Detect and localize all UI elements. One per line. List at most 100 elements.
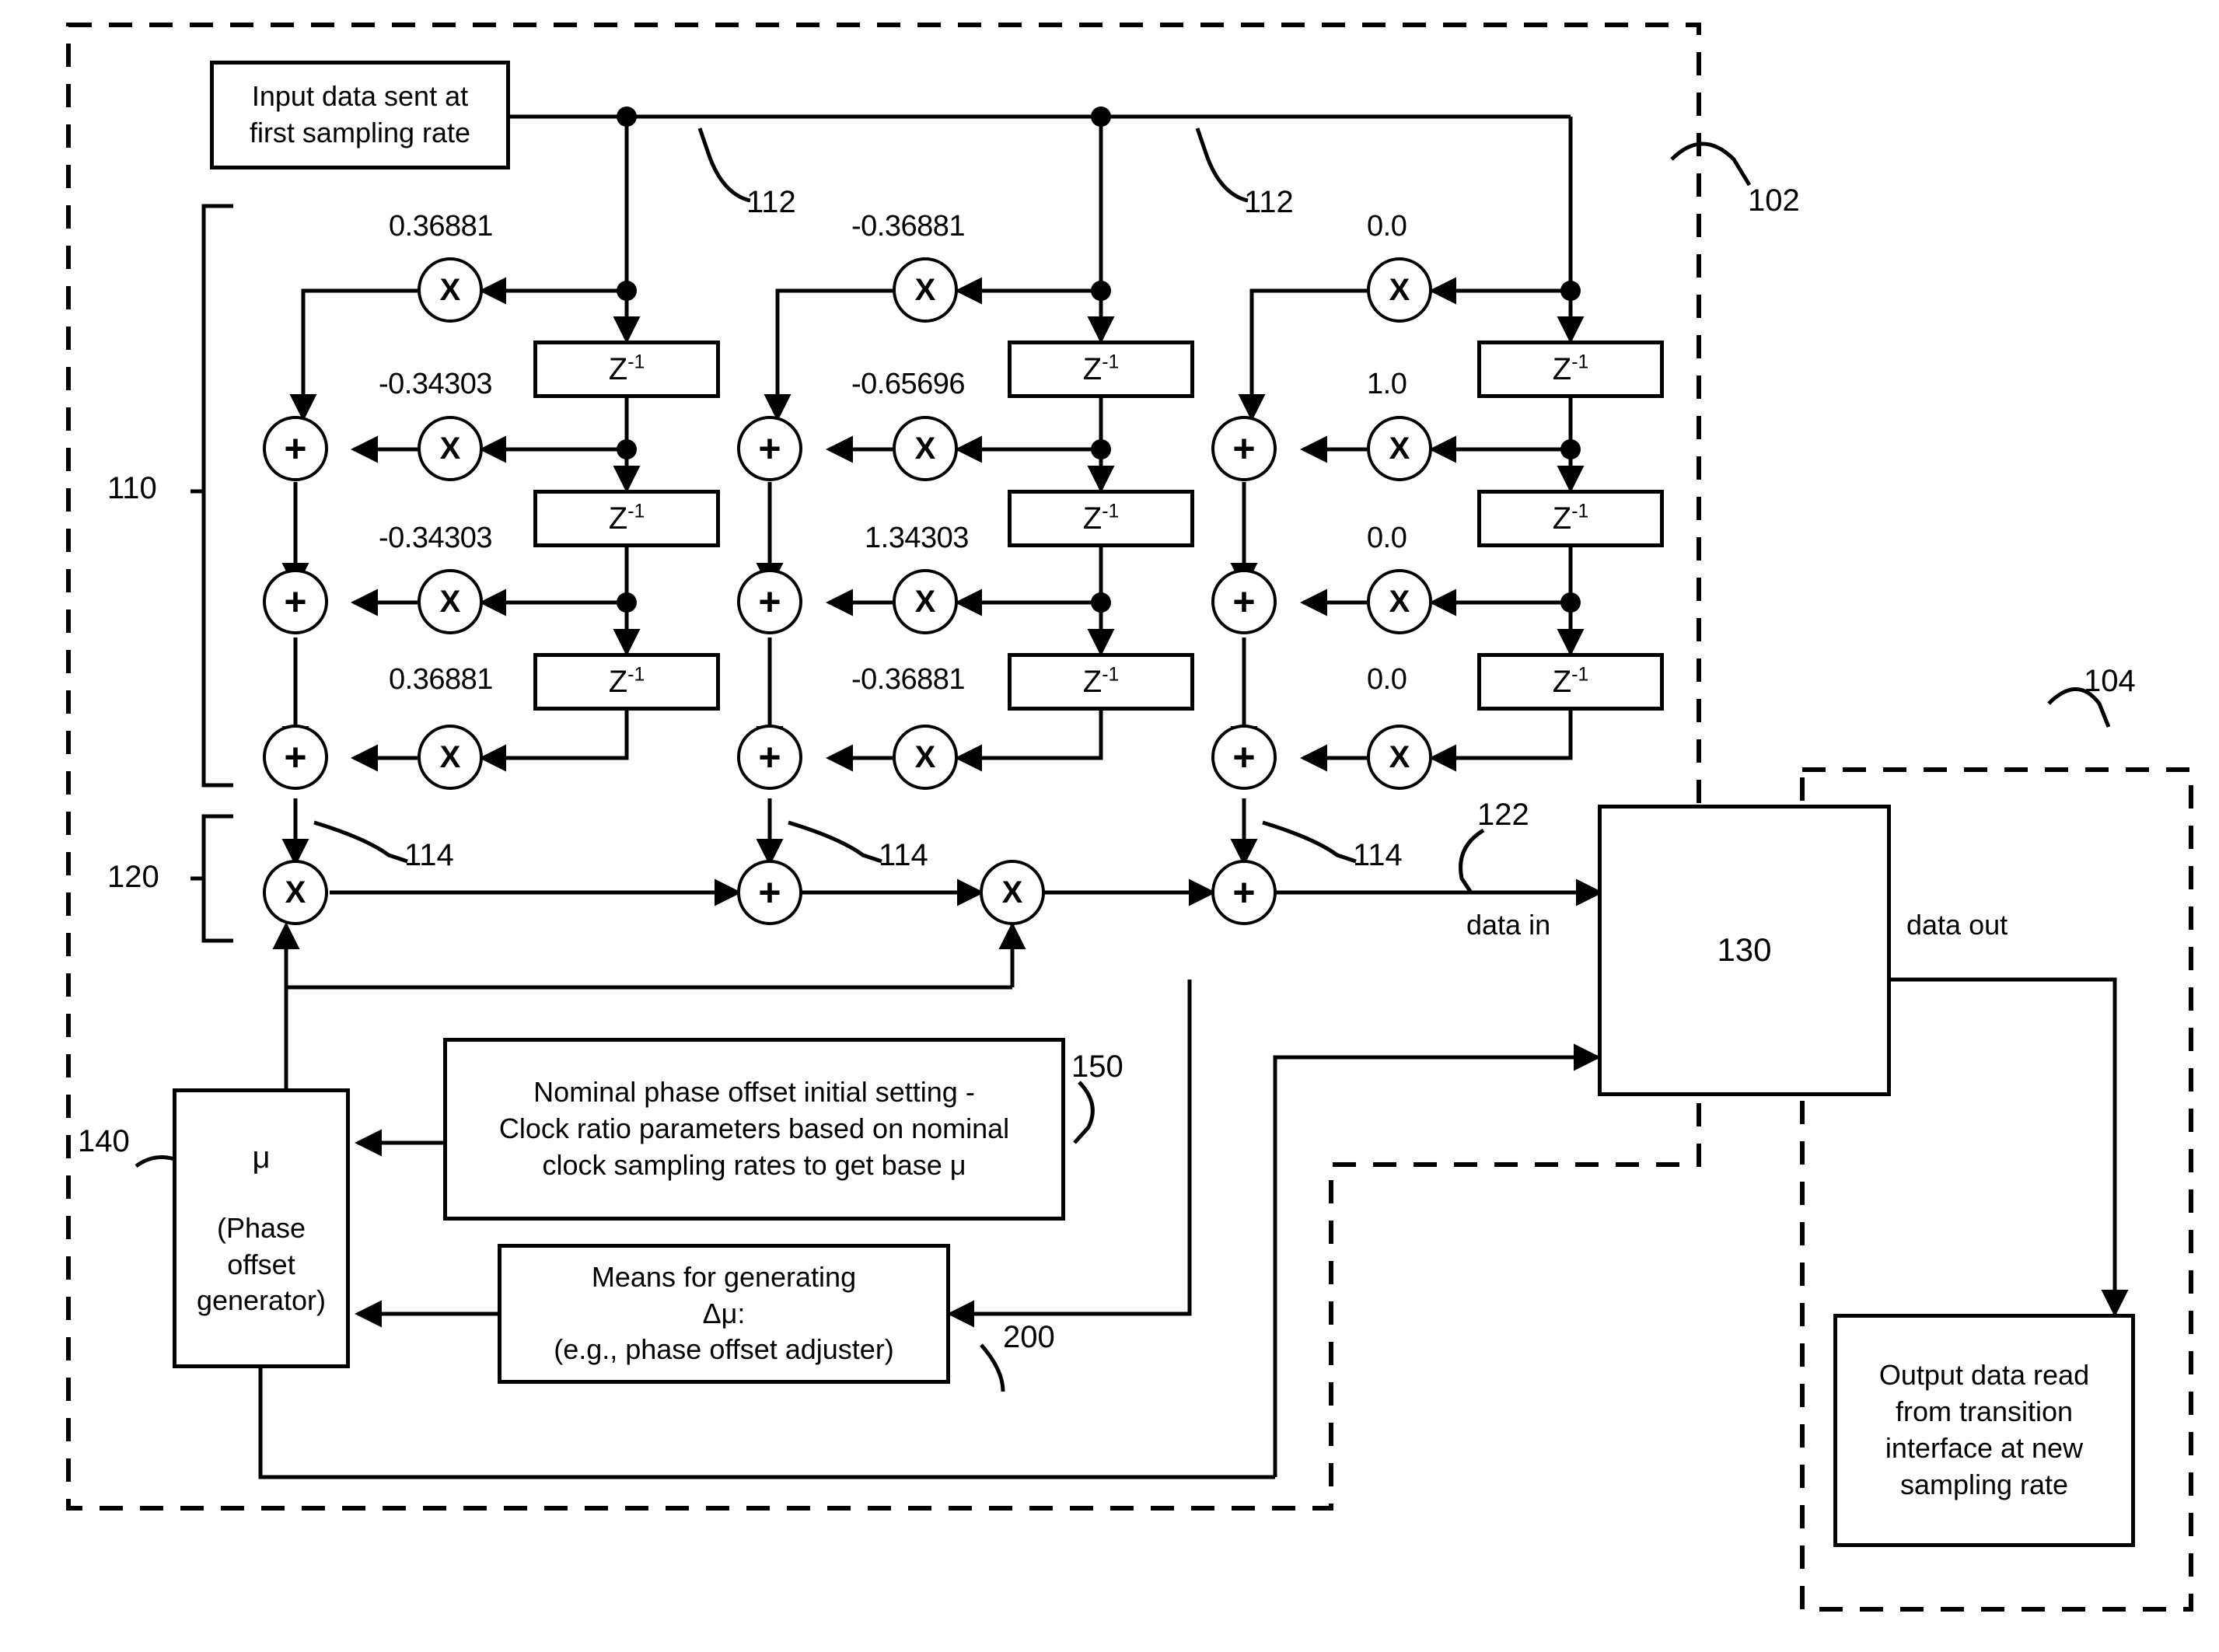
multiplier-c2-1: X	[893, 257, 958, 323]
multiply-glyph: X	[439, 431, 461, 466]
multiplier-c3-2: X	[1367, 416, 1432, 481]
nominal-setting-line-3: clock sampling rates to get base μ	[542, 1148, 966, 1181]
output-multiplier-2: X	[980, 860, 1045, 925]
pog-mu-symbol: μ	[252, 1140, 271, 1175]
adder-c2-1: +	[737, 416, 802, 481]
delay-exp-c3-2: -1	[1571, 501, 1589, 522]
add-glyph: +	[758, 580, 781, 623]
multiplier-c1-4: X	[418, 725, 483, 790]
multiply-glyph: X	[914, 740, 936, 774]
means-generating-line-3: (e.g., phase offset adjuster)	[554, 1333, 894, 1366]
coefficient-c2-2: -0.65696	[851, 368, 966, 400]
add-glyph: +	[1232, 735, 1256, 779]
output-sink-text: Output data read from transition interfa…	[1833, 1314, 2135, 1547]
pog-line-1: (Phase	[216, 1211, 306, 1244]
delay-label-c2-3: Z	[1082, 665, 1103, 699]
delay-exp-c3-3: -1	[1571, 664, 1589, 686]
output-sink-line-3: interface at new	[1885, 1432, 2084, 1464]
leader-114-b	[788, 820, 882, 864]
coefficient-c1-4: 0.36881	[389, 663, 493, 696]
multiply-glyph: X	[1001, 875, 1023, 910]
adder-c1-3: +	[263, 725, 328, 790]
multiplier-c2-2: X	[893, 416, 958, 481]
ref-114-b: 114	[879, 838, 928, 872]
multiply-glyph: X	[439, 585, 461, 619]
multiply-glyph: X	[1389, 585, 1410, 619]
multiply-glyph: X	[1389, 740, 1410, 774]
ref-102: 102	[1748, 183, 1800, 218]
transition-interface-label-wrap: 130	[1598, 805, 1891, 1096]
input-source-text: Input data sent at first sampling rate	[210, 61, 510, 169]
bracket-120	[201, 814, 233, 943]
multiplier-c1-3: X	[418, 569, 483, 634]
add-glyph: +	[284, 427, 307, 470]
output-sink-line-2: from transition	[1895, 1395, 2074, 1428]
multiplier-c1-1: X	[418, 257, 483, 323]
ref-120: 120	[107, 860, 159, 894]
multiply-glyph: X	[285, 875, 306, 910]
adder-c1-1: +	[263, 416, 328, 481]
bracket-110	[201, 204, 233, 788]
ref-114-a: 114	[404, 838, 454, 872]
output-adder-2: +	[1211, 860, 1277, 925]
multiply-glyph: X	[439, 740, 461, 774]
leader-114-a	[313, 820, 408, 864]
nominal-setting-line-2: Clock ratio parameters based on nominal	[498, 1112, 1010, 1145]
pog-bottom-return	[258, 1368, 1275, 1479]
phase-offset-generator-text: μ (Phase offset generator)	[173, 1088, 350, 1368]
coefficient-c3-4: 0.0	[1367, 663, 1407, 696]
output-adder-1: +	[737, 860, 802, 925]
delay-label-c1-1: Z	[608, 352, 628, 386]
input-source-line-2: first sampling rate	[249, 117, 471, 148]
output-sink-line-4: sampling rate	[1899, 1468, 2069, 1500]
coefficient-c3-1: 0.0	[1367, 210, 1407, 243]
add-glyph: +	[1232, 580, 1256, 623]
multiply-glyph: X	[1389, 431, 1410, 466]
means-generating-text: Means for generating Δμ: (e.g., phase of…	[498, 1244, 950, 1384]
multiplier-c3-4: X	[1367, 725, 1432, 790]
leader-114-c	[1262, 820, 1357, 864]
ref-112-a: 112	[746, 185, 796, 219]
multiply-glyph: X	[914, 431, 936, 466]
adder-c2-3: +	[737, 725, 802, 790]
add-glyph: +	[284, 735, 307, 779]
coefficient-c1-3: -0.34303	[379, 522, 493, 554]
ref-150: 150	[1071, 1050, 1123, 1084]
multiply-glyph: X	[914, 585, 936, 619]
delay-exp-c1-2: -1	[627, 501, 645, 522]
data-out-path	[1891, 977, 2129, 1318]
delay-label-c3-1: Z	[1552, 352, 1572, 386]
means-generating-line-1: Means for generating	[591, 1260, 857, 1293]
pog-line-2: offset	[227, 1248, 295, 1280]
leader-122	[1459, 828, 1485, 894]
delay-label-c1-3: Z	[608, 665, 628, 699]
leader-102	[1670, 141, 1752, 187]
multiplier-c3-1: X	[1367, 257, 1432, 323]
patent-figure: Input data sent at first sampling rate Z…	[0, 0, 2219, 1652]
nominal-setting-text: Nominal phase offset initial setting - C…	[443, 1038, 1065, 1221]
adder-c1-2: +	[263, 569, 328, 634]
delay-exp-c2-1: -1	[1102, 351, 1120, 373]
multiplier-c2-4: X	[893, 725, 958, 790]
nominal-setting-line-1: Nominal phase offset initial setting -	[533, 1076, 975, 1109]
ref-122: 122	[1477, 798, 1529, 832]
leader-200	[980, 1343, 1005, 1392]
add-glyph: +	[758, 427, 781, 470]
ref-114-c: 114	[1353, 838, 1403, 872]
output-multiplier-1: X	[263, 860, 328, 925]
leader-112-b	[1195, 127, 1249, 203]
delay-exp-c1-3: -1	[627, 664, 645, 686]
ref-200: 200	[1003, 1320, 1055, 1354]
delay-label-c1-2: Z	[608, 501, 628, 536]
delay-exp-c2-3: -1	[1102, 664, 1120, 686]
ref-140: 140	[78, 1124, 130, 1158]
means-generating-line-2: Δμ:	[702, 1297, 746, 1329]
delay-exp-c2-2: -1	[1102, 501, 1120, 522]
multiply-glyph: X	[439, 273, 461, 307]
multiplier-c2-3: X	[893, 569, 958, 634]
add-glyph: +	[758, 871, 781, 914]
leader-112-a	[697, 127, 751, 203]
pog-line-3: generator)	[196, 1284, 327, 1317]
adder-c3-3: +	[1211, 725, 1277, 790]
coefficient-c3-3: 0.0	[1367, 522, 1407, 554]
